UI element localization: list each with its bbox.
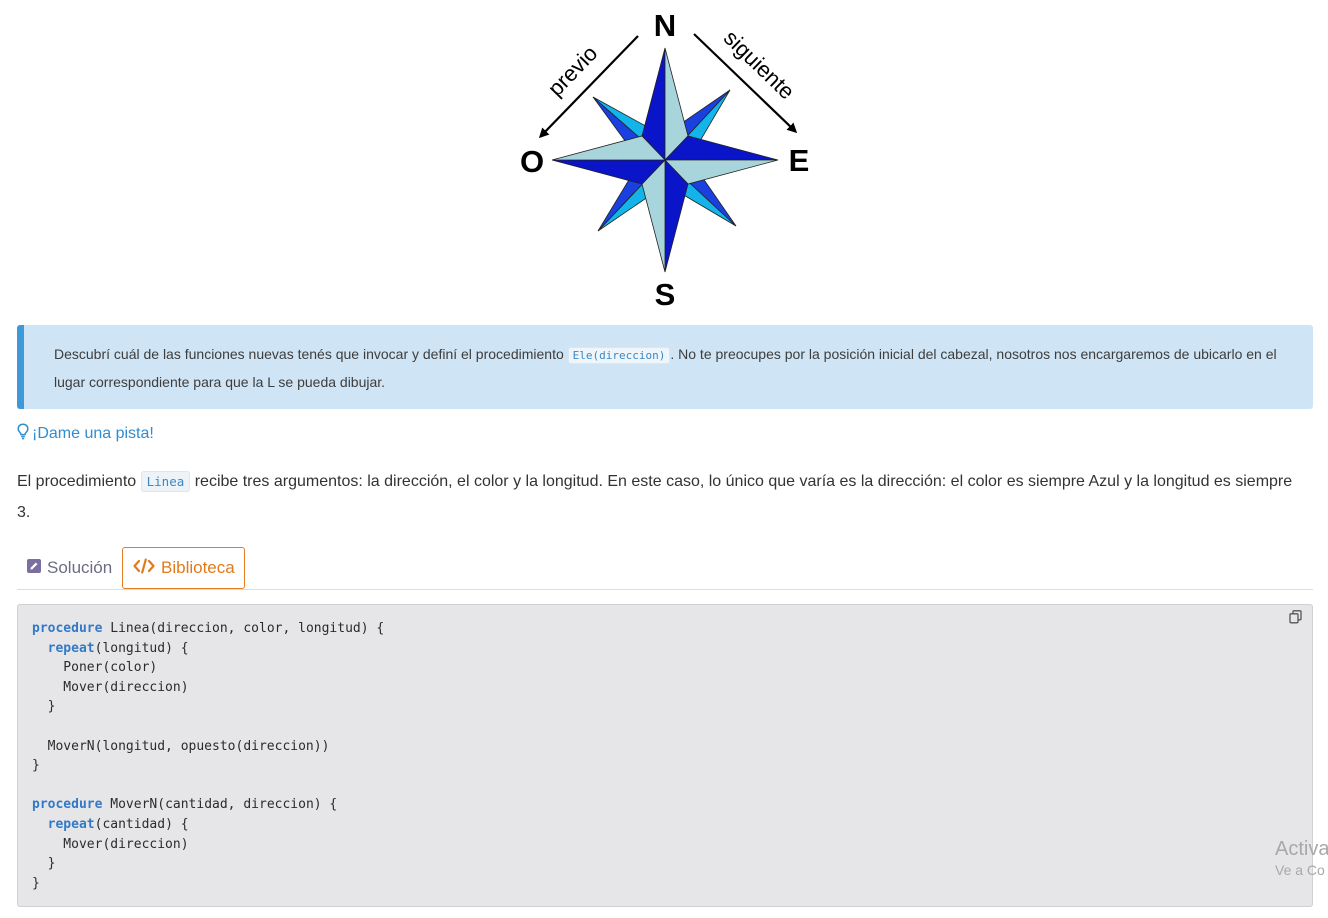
previous-label: previo [543,41,603,101]
code-line: MoverN(longitud, opuesto(direccion)) [32,737,384,757]
code-text: } [32,856,56,872]
code-keyword: repeat [47,816,95,832]
east-label: E [789,143,810,178]
instructions-text-before: Descubrí cuál de las funciones nuevas te… [54,346,568,362]
code-icon [133,557,155,579]
code-text: } [32,699,56,715]
code-line: repeat(longitud) { [32,639,384,659]
west-label: O [520,144,544,179]
tab-biblioteca[interactable]: Biblioteca [122,547,245,589]
tab-solucion-label: Solución [47,558,113,577]
code-line: } [32,756,384,776]
watermark-line-1: Activa [1275,838,1328,860]
lightbulb-icon [17,423,29,445]
code-line: } [32,697,384,717]
watermark-line-2: Ve a Co [1275,862,1325,878]
instructions-text: Descubrí cuál de las funciones nuevas te… [54,341,1294,396]
code-line: procedure MoverN(cantidad, direccion) { [32,795,384,815]
code-text: (longitud) { [94,640,189,656]
code-text: MoverN(cantidad, direccion) { [102,797,338,813]
code-text: Mover(direccion) [32,836,189,852]
library-code-block: procedure Linea(direccion, color, longit… [17,604,1313,907]
copy-icon [1288,609,1302,629]
code-text: Poner(color) [32,660,158,676]
code-line: Mover(direccion) [32,835,384,855]
hint-text-after: recibe tres argumentos: la dirección, el… [17,473,1293,521]
code-text: } [32,758,40,774]
code-text: Mover(direccion) [32,679,189,695]
code-line: } [32,874,384,894]
code-keyword: procedure [32,797,103,813]
next-label: siguiente [719,25,800,104]
code-keyword: procedure [32,621,103,636]
code-line: procedure Linea(direccion, color, longit… [32,619,384,639]
tab-biblioteca-label: Biblioteca [161,558,235,577]
code-text: (cantidad) { [94,816,189,832]
hint-text-before: El procedimiento [17,473,141,490]
activation-watermark: Activa Ve a Co [1275,838,1328,878]
south-label: S [655,277,676,312]
instructions-alert: Descubrí cuál de las funciones nuevas te… [17,325,1313,409]
hint-text: El procedimiento Linea recibe tres argum… [17,466,1307,528]
code-text: } [32,875,40,891]
instructions-code: Ele(direccion) [567,347,671,364]
code-content: procedure Linea(direccion, color, longit… [32,619,384,893]
compass-rose-diagram: previo siguiente N E S O [520,8,810,312]
hint-link[interactable]: ¡Dame una pista! [17,423,154,445]
code-text: MoverN(longitud, opuesto(direccion)) [32,738,330,754]
code-text: Linea(direccion, color, longitud) { [102,621,385,636]
code-keyword: repeat [47,640,95,656]
code-line: Poner(color) [32,658,384,678]
code-line: Mover(direccion) [32,678,384,698]
code-line: } [32,854,384,874]
code-line: repeat(cantidad) { [32,815,384,835]
hint-code: Linea [140,471,191,492]
editor-tabs: Solución Biblioteca [17,547,1313,590]
hint-link-label: ¡Dame una pista! [32,425,154,442]
edit-icon [27,558,41,578]
copy-button[interactable] [1285,609,1305,629]
tab-solucion[interactable]: Solución [27,547,112,589]
north-label: N [654,8,676,43]
